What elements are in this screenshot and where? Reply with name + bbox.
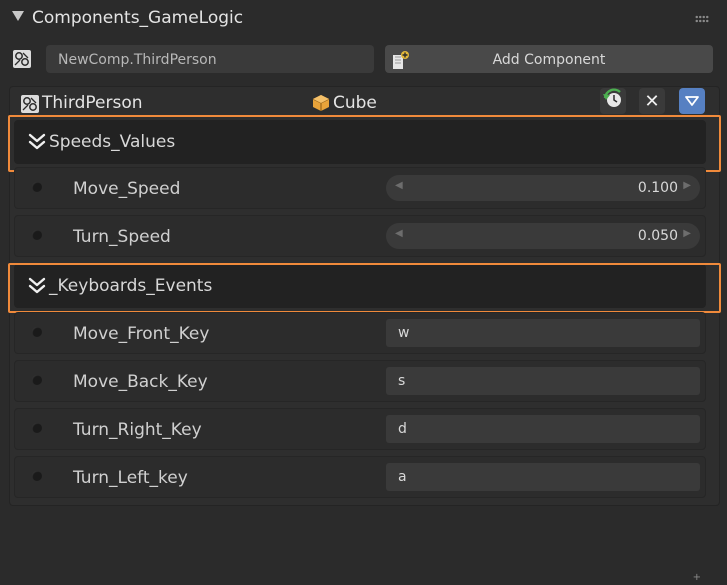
keyframe-dot-icon[interactable]	[32, 423, 42, 433]
add-component-button[interactable]: Add Component	[385, 45, 713, 73]
field-value: 0.050	[637, 228, 678, 244]
resize-corner-icon[interactable]: +	[693, 572, 701, 583]
panel-header[interactable]: Components_GameLogic	[0, 0, 727, 38]
keyframe-dot-icon[interactable]	[32, 327, 42, 337]
reload-icon	[602, 88, 624, 114]
remove-component-button[interactable]: ✕	[639, 88, 665, 114]
keyframe-dot-icon[interactable]	[32, 182, 42, 192]
component-name: ThirdPerson	[42, 93, 143, 113]
property-row-move-speed: Move_Speed ◀ 0.100 ▶	[14, 167, 706, 209]
component-icon	[12, 49, 32, 69]
turn-right-key-field[interactable]: d	[386, 415, 700, 443]
component-icon	[20, 94, 40, 114]
increment-arrow-icon[interactable]: ▶	[683, 228, 691, 239]
decrement-arrow-icon[interactable]: ◀	[395, 228, 403, 239]
component-menu-button[interactable]	[679, 88, 705, 114]
turn-speed-field[interactable]: ◀ 0.050 ▶	[386, 223, 700, 249]
highlight-box	[8, 263, 721, 313]
menu-dropdown-icon	[684, 92, 700, 111]
keyframe-dot-icon[interactable]	[32, 375, 42, 385]
triangle-down-icon[interactable]	[12, 11, 24, 21]
property-row-move-back-key: Move_Back_Key s	[14, 360, 706, 402]
close-icon: ✕	[644, 90, 660, 112]
component-name-field[interactable]: NewComp.ThirdPerson	[46, 45, 374, 73]
add-component-label: Add Component	[492, 52, 606, 68]
move-speed-field[interactable]: ◀ 0.100 ▶	[386, 175, 700, 201]
keyframe-dot-icon[interactable]	[32, 471, 42, 481]
property-row-move-front-key: Move_Front_Key w	[14, 312, 706, 354]
property-row-turn-left-key: Turn_Left_key a	[14, 456, 706, 498]
increment-arrow-icon[interactable]: ▶	[683, 180, 691, 191]
reload-button[interactable]	[600, 88, 626, 114]
property-row-turn-right-key: Turn_Right_Key d	[14, 408, 706, 450]
move-back-key-field[interactable]: s	[386, 367, 700, 395]
cube-icon	[312, 94, 330, 116]
add-component-icon	[390, 50, 410, 74]
component-object-label: Cube	[333, 93, 377, 113]
property-label: Turn_Left_key	[73, 468, 188, 488]
move-front-key-field[interactable]: w	[386, 319, 700, 347]
decrement-arrow-icon[interactable]: ◀	[395, 180, 403, 191]
property-label: Move_Speed	[73, 179, 181, 199]
property-label: Move_Back_Key	[73, 372, 208, 392]
keyframe-dot-icon[interactable]	[32, 230, 42, 240]
property-label: Turn_Right_Key	[73, 420, 202, 440]
property-label: Move_Front_Key	[73, 324, 210, 344]
panel-title: Components_GameLogic	[32, 8, 244, 28]
turn-left-key-field[interactable]: a	[386, 463, 700, 491]
property-row-turn-speed: Turn_Speed ◀ 0.050 ▶	[14, 215, 706, 257]
drag-dots-icon[interactable]	[695, 15, 709, 23]
highlight-box	[8, 115, 721, 172]
property-label: Turn_Speed	[73, 227, 171, 247]
field-value: 0.100	[637, 180, 678, 196]
